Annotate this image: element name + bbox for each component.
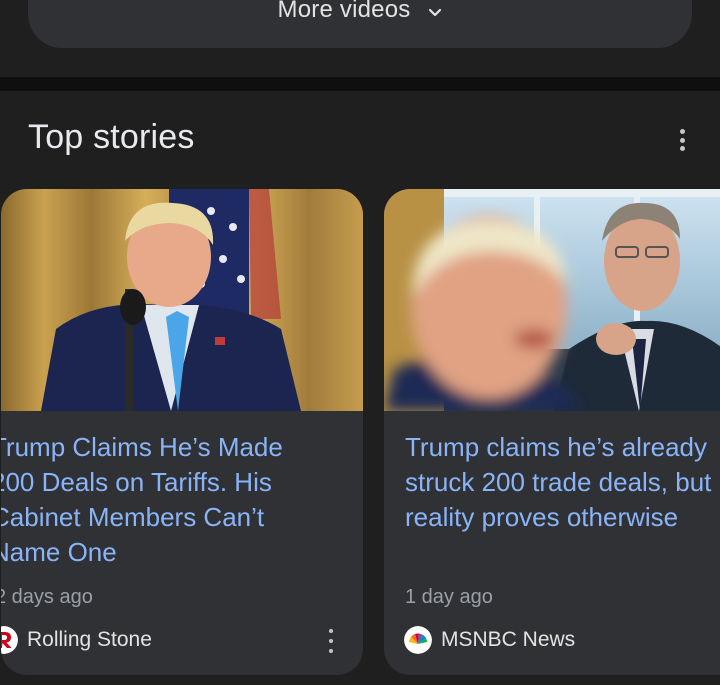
more-vert-icon[interactable] xyxy=(327,629,335,653)
story-timestamp: 2 days ago xyxy=(1,586,93,608)
story-source[interactable]: MSNBC News xyxy=(404,626,575,654)
story-card[interactable]: Trump claims he’s already struck 200 tra… xyxy=(384,189,720,675)
headline-line: reality proves otherwise xyxy=(405,502,679,532)
headline-line: Trump claims he’s already xyxy=(405,432,707,462)
headline-line: 200 Deals on Tariffs. His xyxy=(1,467,272,497)
top-stories-section: Top stories Trump Claims He’s Made 200 D… xyxy=(0,91,720,685)
story-timestamp: 1 day ago xyxy=(405,586,493,608)
headline-line: struck 200 trade deals, but xyxy=(405,467,712,497)
section-title: Top stories xyxy=(28,118,195,156)
search-results-viewport: More videos Top stories Trump Claims He’… xyxy=(0,0,720,685)
msnbc-peacock-logo-icon xyxy=(404,626,432,654)
story-source[interactable]: Rolling Stone xyxy=(1,626,152,654)
rolling-stone-logo-icon xyxy=(1,626,18,654)
headline-line: Trump Claims He’s Made xyxy=(1,432,283,462)
story-thumbnail xyxy=(384,189,720,411)
more-videos-label: More videos xyxy=(277,0,411,23)
story-headline[interactable]: Trump Claims He’s Made 200 Deals on Tari… xyxy=(1,430,283,570)
headline-line: Cabinet Members Can’t xyxy=(1,502,265,532)
source-name: MSNBC News xyxy=(441,628,576,651)
more-vert-icon[interactable] xyxy=(670,127,694,153)
story-headline[interactable]: Trump claims he’s already struck 200 tra… xyxy=(405,430,711,535)
videos-section: More videos xyxy=(0,0,720,77)
more-videos-button[interactable]: More videos xyxy=(28,0,692,48)
story-card[interactable]: Trump Claims He’s Made 200 Deals on Tari… xyxy=(1,189,363,675)
headline-line: Name One xyxy=(1,537,117,567)
story-thumbnail xyxy=(1,189,363,411)
source-name: Rolling Stone xyxy=(27,628,152,651)
section-divider xyxy=(0,77,720,91)
chevron-down-icon xyxy=(429,8,442,17)
